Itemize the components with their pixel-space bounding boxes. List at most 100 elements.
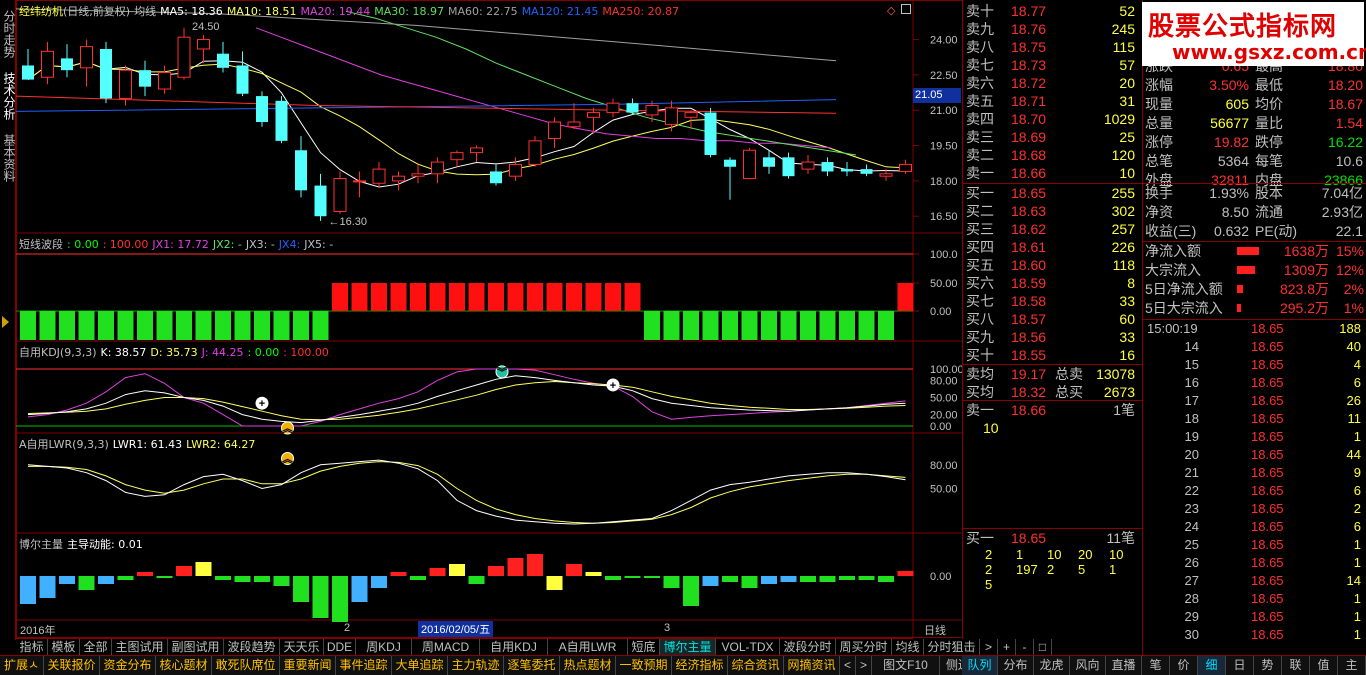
sell-level-2[interactable]: 卖二 18.68 120 <box>963 146 1141 164</box>
tick-row-1: 14 18.65 40 <box>1184 339 1361 354</box>
buy-level-9[interactable]: 买九 18.56 33 <box>963 328 1141 346</box>
formula-tab-22[interactable]: □ <box>1034 639 1052 656</box>
formula-tab-20[interactable]: + <box>998 639 1016 656</box>
diamond-icon[interactable]: ◇ <box>887 4 895 17</box>
level-volume: 10 <box>1119 165 1135 181</box>
wave-value-0: : 0.00 <box>67 238 99 251</box>
buy-level-6[interactable]: 买六 18.59 8 <box>963 274 1141 292</box>
formula-tab-17[interactable]: 均线 <box>892 639 924 656</box>
bo-bar-37 <box>741 576 758 588</box>
formula-tab-5[interactable]: 波段趋势 <box>224 639 280 656</box>
bottom-tab-17[interactable]: 图文F10 <box>872 656 940 675</box>
sell-level-10[interactable]: 卖十 18.77 52 <box>963 2 1141 20</box>
bottom-tab-2[interactable]: 资金分布 <box>100 656 156 675</box>
bottom-tab-10[interactable]: 热点题材 <box>560 656 616 675</box>
formula-tab-10[interactable]: 自用KDJ <box>480 639 548 656</box>
formula-tab-9[interactable]: 周MACD <box>412 639 480 656</box>
formula-tab-21[interactable]: - <box>1016 639 1034 656</box>
formula-tab-14[interactable]: VOL-TDX <box>716 639 780 656</box>
right-tab-7[interactable]: 细 <box>1198 656 1226 675</box>
fund-flow-row-2[interactable]: 5日净流入额 823.8万 2% <box>1143 280 1366 298</box>
tab-intraday[interactable]: 分时走势 <box>1 4 16 64</box>
formula-tab-13[interactable]: 博尔主量 <box>660 639 716 656</box>
bottom-tab-11[interactable]: 一致预期 <box>616 656 672 675</box>
buy-level-3[interactable]: 买三 18.62 257 <box>963 220 1141 238</box>
formula-tab-0[interactable]: 指标 <box>16 639 48 656</box>
price-marker: 21.05 <box>913 88 961 103</box>
sell-level-9[interactable]: 卖九 18.76 245 <box>963 20 1141 38</box>
formula-tab-6[interactable]: 天天乐 <box>280 639 324 656</box>
sell-level-4[interactable]: 卖四 18.70 1029 <box>963 110 1141 128</box>
level-volume: 60 <box>1119 311 1135 327</box>
fund-flow-row-0[interactable]: 净流入额 1638万 15% <box>1143 242 1366 260</box>
right-tab-10[interactable]: 联 <box>1282 656 1310 675</box>
expand-arrow-icon[interactable] <box>2 316 9 328</box>
bottom-tab-4[interactable]: 敢死队席位 <box>212 656 280 675</box>
right-tab-4[interactable]: 直播 <box>1106 656 1142 675</box>
formula-tab-16[interactable]: 周买分时 <box>836 639 892 656</box>
sell-level-5[interactable]: 卖五 18.71 31 <box>963 92 1141 110</box>
sell-level-3[interactable]: 卖三 18.69 25 <box>963 128 1141 146</box>
formula-tab-19[interactable]: > <box>980 639 998 656</box>
formula-tab-7[interactable]: DDE <box>324 639 356 656</box>
formula-tab-1[interactable]: 模板 <box>48 639 80 656</box>
level-price: 18.65 <box>1011 185 1047 201</box>
sell-level-8[interactable]: 卖八 18.75 115 <box>963 38 1141 56</box>
right-tab-12[interactable]: 主 <box>1338 656 1366 675</box>
bottom-tab-3[interactable]: 核心题材 <box>156 656 212 675</box>
formula-tab-3[interactable]: 主图试用 <box>112 639 168 656</box>
buy-level-10[interactable]: 买十 18.55 16 <box>963 346 1141 364</box>
tick-row-8: 21 18.65 9 <box>1184 465 1361 480</box>
bottom-tab-1[interactable]: 关联报价 <box>44 656 100 675</box>
bottom-tab-16[interactable]: > <box>856 656 872 675</box>
bottom-tab-8[interactable]: 主力轨迹 <box>448 656 504 675</box>
bottom-tab-0[interactable]: 扩展ㅅ <box>0 656 44 675</box>
right-tab-0[interactable]: 队列 <box>962 656 998 675</box>
buy-level-2[interactable]: 买二 18.63 302 <box>963 202 1141 220</box>
right-tab-9[interactable]: 势 <box>1254 656 1282 675</box>
formula-tab-12[interactable]: 短底 <box>628 639 660 656</box>
right-tab-8[interactable]: 日 <box>1226 656 1254 675</box>
sell-level-1[interactable]: 卖一 18.66 10 <box>963 164 1141 182</box>
formula-tab-18[interactable]: 分时狙击 <box>924 639 980 656</box>
level-volume: 118 <box>1112 257 1135 273</box>
right-tab-2[interactable]: 龙虎 <box>1034 656 1070 675</box>
fund-flow-row-3[interactable]: 5日大宗流入 295.2万 1% <box>1143 299 1366 317</box>
buy-level-4[interactable]: 买四 18.61 226 <box>963 238 1141 256</box>
bottom-tab-6[interactable]: 事件追踪 <box>336 656 392 675</box>
right-tab-11[interactable]: 值 <box>1310 656 1338 675</box>
bottom-tab-13[interactable]: 综合资讯 <box>728 656 784 675</box>
bottom-tab-5[interactable]: 重要新闻 <box>280 656 336 675</box>
formula-tab-4[interactable]: 副图试用 <box>168 639 224 656</box>
level-label: 卖九 <box>966 21 994 37</box>
bottom-tab-12[interactable]: 经济指标 <box>672 656 728 675</box>
bottom-tab-7[interactable]: 大单追踪 <box>392 656 448 675</box>
bottom-tab-14[interactable]: 网摘资讯 <box>784 656 840 675</box>
candle-body-24 <box>490 171 502 184</box>
right-tab-1[interactable]: 分布 <box>998 656 1034 675</box>
fund-flow-row-1[interactable]: 大宗流入 1309万 12% <box>1143 261 1366 279</box>
chart-area[interactable]: 24.00 22.50 21.00 19.50 18.00 16.50 24.50 ←16.3… <box>16 0 963 638</box>
right-tab-6[interactable]: 价 <box>1170 656 1198 675</box>
buy-level-7[interactable]: 买七 18.58 33 <box>963 292 1141 310</box>
bottom-tab-9[interactable]: 逐笔委托 <box>504 656 560 675</box>
logo-title: 股票公式指标网 <box>1148 12 1338 42</box>
sell-level-7[interactable]: 卖七 18.73 57 <box>963 56 1141 74</box>
period-label[interactable]: 日线 <box>924 622 946 638</box>
candle-body-33 <box>665 107 678 125</box>
tab-fundamentals[interactable]: 基本资料 <box>1 128 16 188</box>
formula-tab-8[interactable]: 周KDJ <box>356 639 412 656</box>
maximize-icon[interactable] <box>901 4 911 14</box>
right-tab-3[interactable]: 风向 <box>1070 656 1106 675</box>
buy-level-8[interactable]: 买八 18.57 60 <box>963 310 1141 328</box>
tab-technical[interactable]: 技术分析 <box>1 66 16 126</box>
formula-tab-11[interactable]: A自用LWR <box>548 639 628 656</box>
sell-level-6[interactable]: 卖六 18.72 20 <box>963 74 1141 92</box>
buy-level-1[interactable]: 买一 18.65 255 <box>963 184 1141 202</box>
formula-tab-2[interactable]: 全部 <box>80 639 112 656</box>
buy-level-5[interactable]: 买五 18.60 118 <box>963 256 1141 274</box>
formula-tab-15[interactable]: 波段分时 <box>780 639 836 656</box>
level-volume: 33 <box>1119 293 1135 309</box>
right-tab-5[interactable]: 笔 <box>1142 656 1170 675</box>
bottom-tab-15[interactable]: < <box>840 656 856 675</box>
